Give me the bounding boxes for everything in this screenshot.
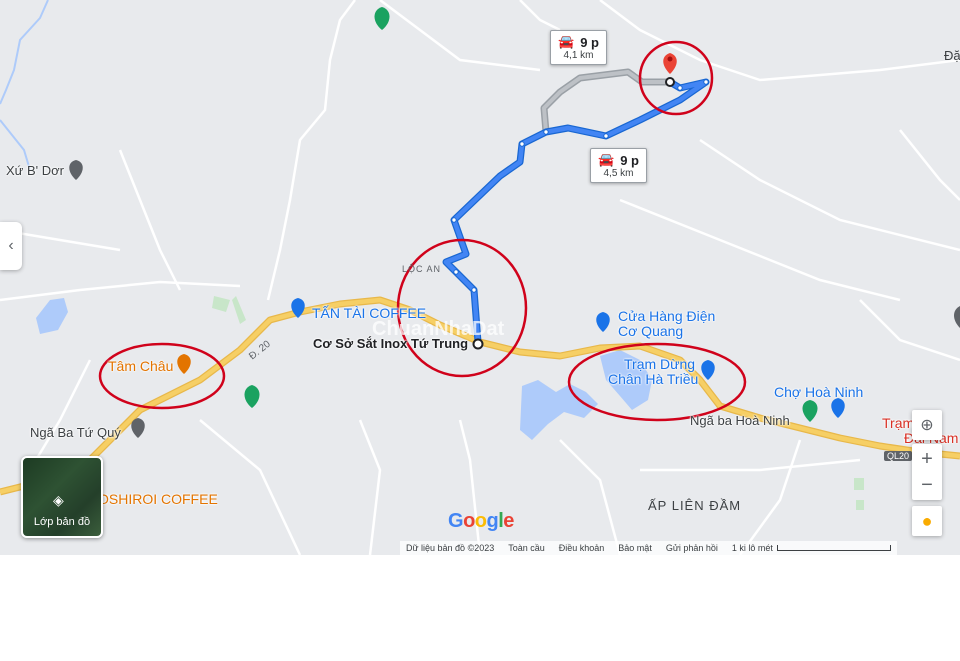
destination-point [665, 77, 675, 87]
place-label-nga-ba-hoa-ninh[interactable]: Ngã ba Hoà Ninh [690, 413, 790, 428]
area-label-ap-lien-dam: ẤP LIÊN ĐẦM [648, 498, 742, 513]
crosshair-icon: ⊕ [920, 417, 934, 434]
collapse-panel-button[interactable]: ‹ [0, 222, 22, 270]
place-label-nga-ba-tu-quy[interactable]: Ngã Ba Tứ Quý [30, 425, 121, 440]
zoom-out-button[interactable]: − [921, 472, 933, 498]
poi-label-tan-tai[interactable]: TẤN TÀI COFFEE [312, 305, 426, 321]
alternate-route-callout[interactable]: 🚘 9 p 4,1 km [550, 30, 607, 65]
park [854, 478, 864, 490]
place-label-edge-right: Đặ [944, 48, 960, 63]
destination-pin-icon [663, 53, 677, 74]
callout-distance: 4,5 km [603, 168, 634, 179]
poi-label-cua-hang[interactable]: Cửa Hàng Điện [618, 308, 715, 324]
zoom-in-button[interactable]: + [921, 446, 933, 472]
map-base-layer [0, 0, 960, 555]
scale-line [776, 545, 891, 551]
my-location-button[interactable]: ⊕ [912, 410, 942, 440]
zoom-controls: + − [912, 444, 942, 500]
area-label-loc-an: LỘC AN [402, 264, 442, 274]
lake [520, 380, 598, 440]
layers-icon: ◈ [53, 492, 64, 508]
privacy-link[interactable]: Bảo mật [618, 543, 652, 553]
poi-label-tram-partial[interactable]: Trạm [882, 415, 914, 431]
poi-label-chan-ha-trieu[interactable]: Chân Hà Triều [608, 371, 698, 387]
callout-time: 9 p [620, 152, 639, 168]
scale-bar[interactable]: 1 ki lô mét [732, 543, 891, 553]
river [0, 0, 49, 105]
car-icon: 🚘 [598, 152, 615, 167]
map-data-attribution: Dữ liệu bản đồ ©2023 [406, 543, 495, 553]
poi-label-cho-hoa-ninh[interactable]: Chợ Hoà Ninh [774, 384, 863, 400]
road-shield-ql20: QL20 [884, 451, 913, 461]
poi-pin-icon [69, 7, 960, 438]
car-icon: 🚘 [558, 34, 575, 49]
map-canvas[interactable]: ChuanNhaDat TẤN TÀI COFFEE Cơ Sở Sắt Ino… [0, 0, 960, 555]
terms-link[interactable]: Điều khoản [559, 543, 605, 553]
park [232, 296, 246, 324]
callout-distance: 4,1 km [563, 50, 594, 61]
layers-button-label: Lớp bản đồ [33, 516, 91, 528]
map-layers-button[interactable]: ◈ Lớp bản đồ [21, 456, 103, 538]
poi-label-tram-dung[interactable]: Trạm Dừng [624, 356, 695, 372]
park [212, 296, 230, 312]
place-label-xu-b-dor[interactable]: Xứ B' Dơr [6, 163, 64, 178]
poi-label-tam-chau[interactable]: Tâm Châu [108, 358, 173, 374]
google-logo: Google [448, 510, 514, 532]
global-link[interactable]: Toàn cầu [508, 543, 545, 553]
active-route-callout[interactable]: 🚘 9 p 4,5 km [590, 148, 647, 183]
poi-label-co-quang[interactable]: Cơ Quang [618, 323, 683, 339]
minor-roads [0, 0, 960, 555]
chevron-left-icon: ‹ [8, 237, 14, 254]
scale-label: 1 ki lô mét [731, 543, 773, 553]
feedback-link[interactable]: Gửi phản hồi [666, 543, 718, 553]
park [856, 500, 864, 510]
lake [36, 298, 68, 334]
street-view-pegman-button[interactable]: ● [912, 506, 942, 536]
pegman-icon: ● [921, 510, 933, 531]
origin-label[interactable]: Cơ Sở Sắt Inox Tứ Trung [313, 336, 468, 351]
active-route [442, 78, 710, 346]
map-footer: Dữ liệu bản đồ ©2023 Toàn cầu Điều khoản… [400, 541, 897, 555]
poi-label-oshiroi[interactable]: OSHIROI COFFEE [98, 491, 218, 507]
callout-time: 9 p [580, 34, 599, 50]
